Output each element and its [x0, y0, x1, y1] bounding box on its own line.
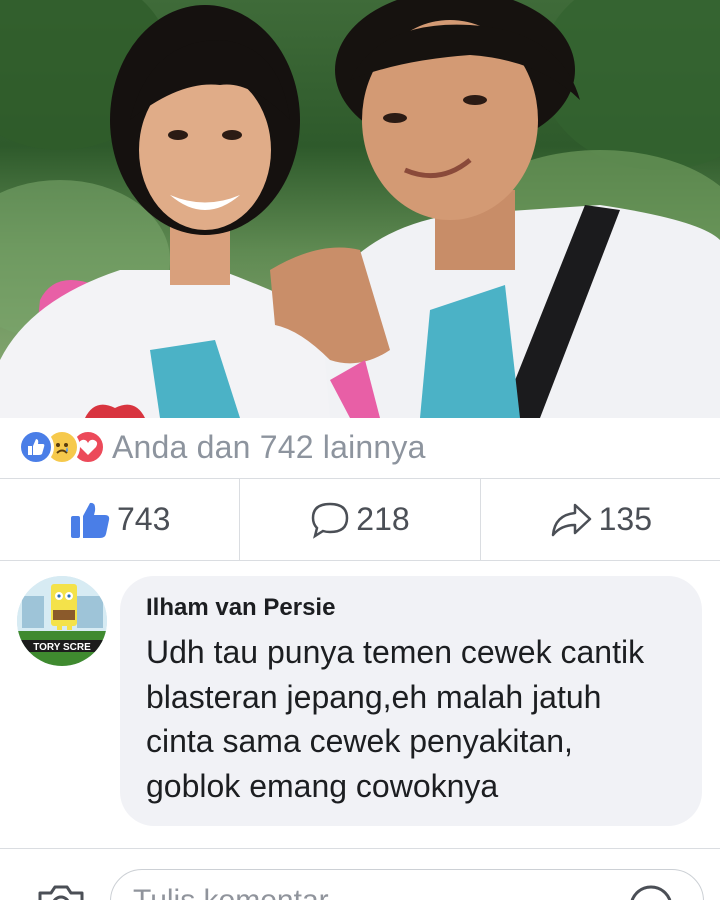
reactions-summary-text[interactable]: Anda dan 742 lainnya: [112, 429, 426, 466]
share-count: 135: [598, 501, 653, 537]
comment-count: 218: [356, 501, 410, 537]
comment-line: goblok emang cowoknya: [146, 767, 499, 804]
comment-bubble-icon: [312, 502, 349, 539]
comment-button[interactable]: 218: [239, 479, 479, 560]
photo-illustration: [0, 0, 720, 418]
reaction-icons: [18, 429, 106, 465]
action-bar: 743 218 135: [0, 478, 720, 561]
comment-line: Udh tau punya temen cewek cantik: [146, 634, 645, 670]
like-count: 743: [116, 501, 171, 537]
like-button[interactable]: 743: [0, 479, 239, 560]
like-reaction-icon: [18, 429, 54, 465]
spongebob-avatar-image: TORY SCRE: [17, 576, 107, 666]
comment-author[interactable]: Ilham van Persie: [146, 594, 678, 622]
comment-composer: [0, 848, 720, 900]
share-button[interactable]: 135: [479, 479, 720, 560]
reactions-summary[interactable]: Anda dan 742 lainnya: [0, 418, 720, 476]
emoji-icon[interactable]: [626, 883, 676, 900]
comment-bubble[interactable]: Ilham van Persie Udh tau punya temen cew…: [120, 576, 702, 826]
share-arrow-icon: [551, 503, 591, 536]
avatar-caption: TORY SCRE: [33, 642, 91, 653]
avatar[interactable]: TORY SCRE: [17, 576, 107, 666]
comment-text: Udh tau punya temen cewek cantik blaster…: [146, 630, 678, 808]
comment-item: TORY SCRE Ilham van Persie Udh tau punya…: [0, 562, 720, 852]
comment-line: blasteran jepang,eh malah jatuh: [146, 678, 602, 715]
post-photo[interactable]: [0, 0, 720, 418]
comment-line: cinta sama cewek penyakitan,: [146, 723, 573, 759]
comment-input[interactable]: [110, 869, 704, 900]
thumbs-up-icon: [70, 502, 110, 538]
camera-icon[interactable]: [36, 883, 86, 900]
